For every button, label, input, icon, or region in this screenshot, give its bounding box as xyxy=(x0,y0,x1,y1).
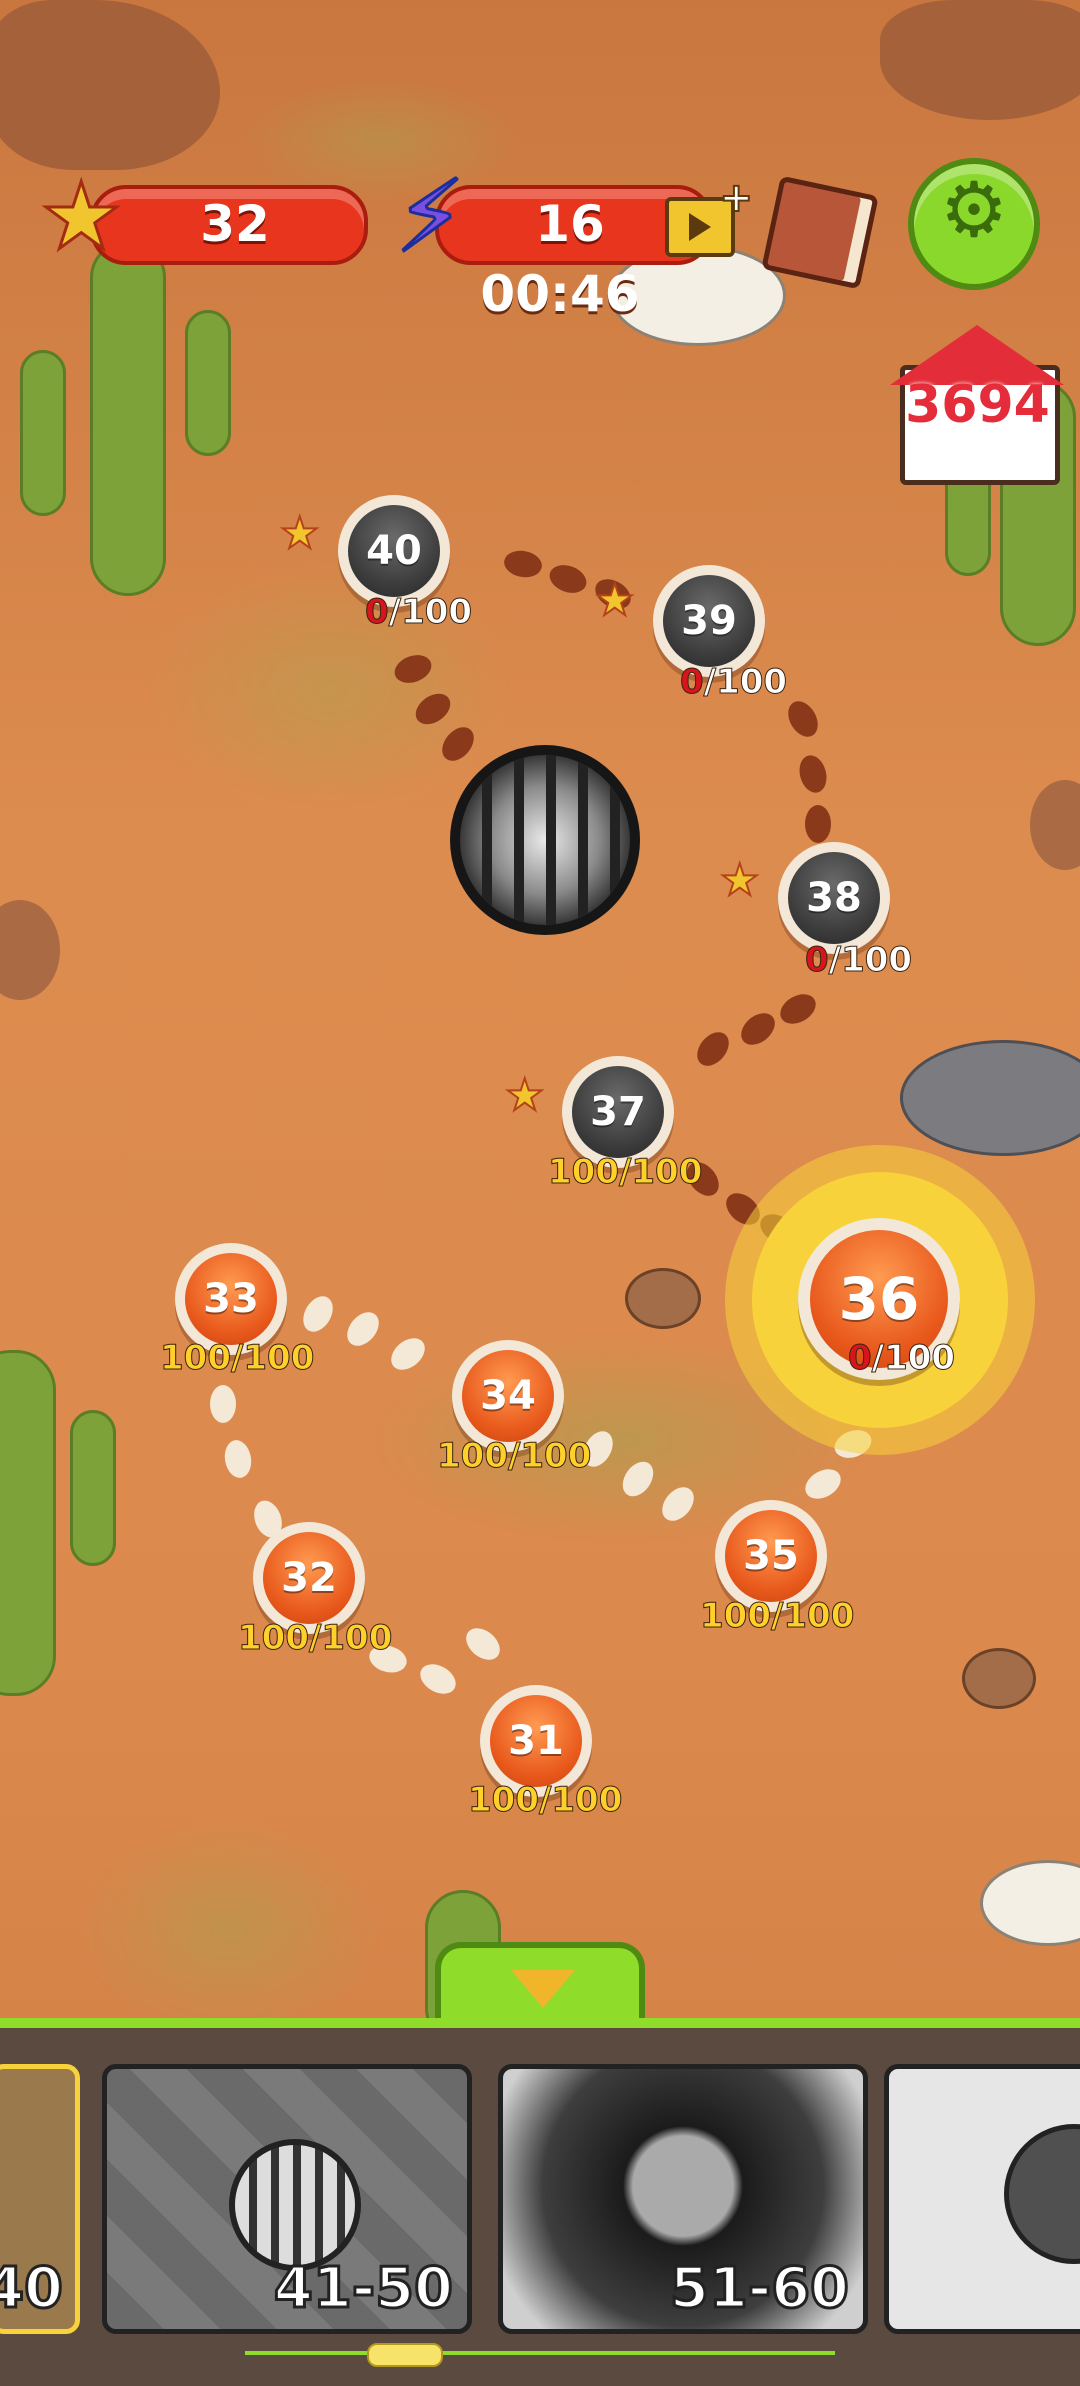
chapter-tile-current[interactable]: 40 xyxy=(0,2064,80,2334)
chapter-label: 40 xyxy=(0,2255,64,2323)
star-icon: ★ xyxy=(719,854,760,907)
level-score: 0/100 xyxy=(805,940,913,981)
settings-button[interactable]: ⚙ xyxy=(908,158,1040,290)
level-score: 100/100 xyxy=(699,1596,855,1637)
chevron-down-icon xyxy=(511,1970,575,2008)
level-number: 34 xyxy=(462,1350,554,1442)
plus-icon: + xyxy=(718,174,753,222)
grumpy-character-icon xyxy=(1004,2124,1080,2264)
level-number: 37 xyxy=(572,1066,664,1158)
book-button[interactable] xyxy=(760,175,879,290)
level-score: 0/100 xyxy=(680,662,788,703)
cactus-decoration xyxy=(0,1350,150,1700)
chapter-scroll-thumb[interactable] xyxy=(367,2343,443,2367)
score-max: /100 xyxy=(871,1338,956,1379)
level-number: 38 xyxy=(788,852,880,944)
score-max: /100 xyxy=(828,940,913,981)
energy-counter[interactable]: 16 ⚡ + xyxy=(393,165,754,268)
star-icon: ★ xyxy=(279,507,320,560)
level-number: 39 xyxy=(663,575,755,667)
play-triangle xyxy=(689,213,711,241)
star-icon: ★ xyxy=(594,574,635,627)
chapter-scroll-track xyxy=(245,2351,835,2355)
energy-count: 16 xyxy=(535,195,605,253)
energy-refill-timer: 00:46 xyxy=(480,265,640,323)
level-node-40[interactable]: 40 xyxy=(338,495,450,607)
small-rock xyxy=(625,1268,701,1329)
level-score: 100/100 xyxy=(237,1618,393,1659)
stars-count: 32 xyxy=(200,195,270,253)
score-current: 0 xyxy=(805,940,830,981)
cactus-decoration xyxy=(20,240,250,600)
stars-counter[interactable]: 32 ★ xyxy=(38,169,370,267)
star-icon: ★ xyxy=(38,163,124,270)
score-max: /100 xyxy=(703,662,788,703)
caged-orb-icon xyxy=(460,755,630,925)
lightning-icon: ⚡ xyxy=(393,158,466,275)
level-number: 35 xyxy=(725,1510,817,1602)
locked-gate-orb[interactable] xyxy=(450,745,640,935)
home-button[interactable]: 3694 xyxy=(890,325,1065,485)
level-number: 32 xyxy=(263,1532,355,1624)
level-score: 100/100 xyxy=(467,1780,623,1821)
level-node-39[interactable]: 39 xyxy=(653,565,765,677)
star-icon: ★ xyxy=(504,1069,545,1122)
chapter-tile-51-60[interactable]: 51-60 xyxy=(498,2064,868,2334)
chapter-tile-next[interactable] xyxy=(884,2064,1080,2334)
score-max: /100 xyxy=(388,592,473,633)
score-current: 0 xyxy=(848,1338,873,1379)
level-score: 0/100 xyxy=(365,592,473,633)
chapter-label: 51-60 xyxy=(668,2255,850,2323)
chapter-label: 41-50 xyxy=(272,2255,454,2323)
score-current: 0 xyxy=(680,662,705,703)
chapter-tile-41-50[interactable]: 41-50 xyxy=(102,2064,472,2334)
caged-orb-icon xyxy=(229,2139,361,2271)
level-number: 31 xyxy=(490,1695,582,1787)
level-number: 33 xyxy=(185,1253,277,1345)
score-current: 0 xyxy=(365,592,390,633)
book-icon xyxy=(761,175,879,290)
small-rock xyxy=(962,1648,1036,1709)
level-score: 100/100 xyxy=(159,1338,315,1379)
path-segment xyxy=(805,805,831,843)
level-score: 0/100 xyxy=(848,1338,956,1379)
level-node-38[interactable]: 38 xyxy=(778,842,890,954)
coins-count: 3694 xyxy=(905,375,1050,435)
video-ad-plus-icon[interactable]: + xyxy=(665,174,754,257)
level-score: 100/100 xyxy=(436,1436,592,1477)
gear-icon: ⚙ xyxy=(939,165,1009,254)
path-segment xyxy=(210,1385,236,1423)
level-score: 100/100 xyxy=(547,1152,703,1193)
level-number: 40 xyxy=(348,505,440,597)
